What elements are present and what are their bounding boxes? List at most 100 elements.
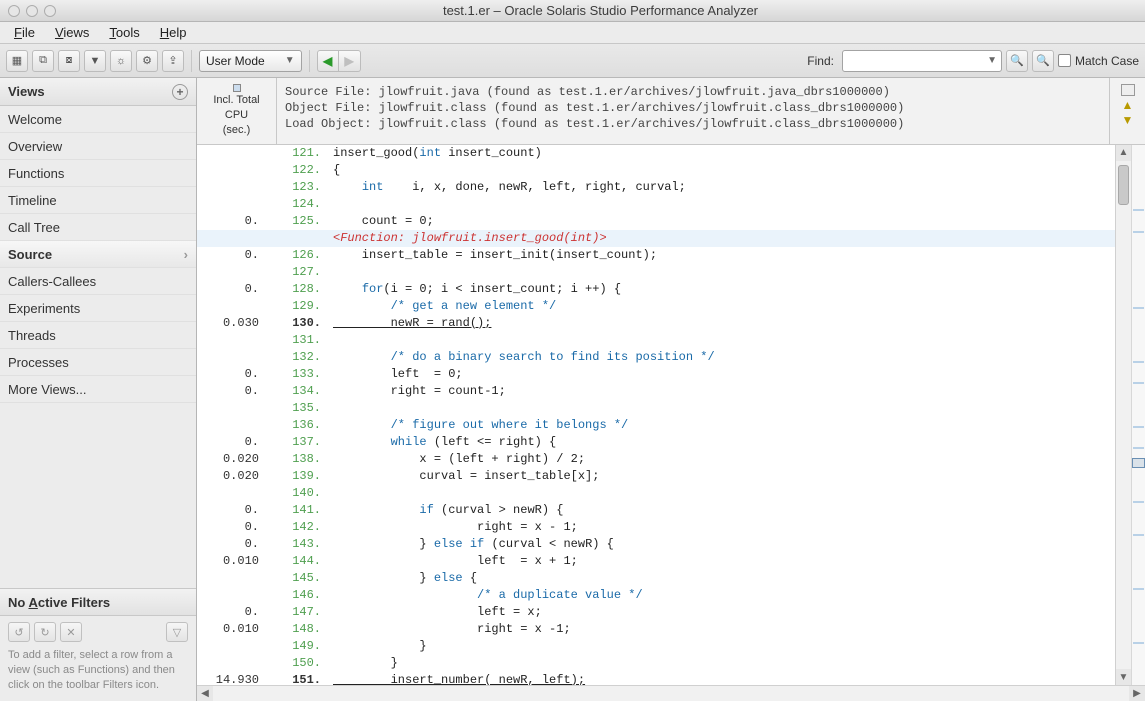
find-next-button[interactable]: 🔍 <box>1006 50 1028 72</box>
compare-button[interactable]: ⧉ <box>32 50 54 72</box>
scroll-thumb[interactable] <box>1118 165 1129 205</box>
source-line[interactable]: 0.020138. x = (left + right) / 2; <box>197 451 1115 468</box>
source-settings-icon[interactable] <box>1121 84 1135 96</box>
metric-cell: 14.930 <box>197 672 277 685</box>
metrics-button[interactable]: ☼ <box>110 50 132 72</box>
menu-tools[interactable]: Tools <box>101 23 147 42</box>
sidebar-item-call-tree[interactable]: Call Tree <box>0 214 196 241</box>
scroll-down-button[interactable]: ▼ <box>1116 669 1131 685</box>
source-line[interactable]: 0.010144. left = x + 1; <box>197 553 1115 570</box>
code-cell: right = count-1; <box>331 383 1115 400</box>
line-number: 143. <box>277 536 331 553</box>
close-window-icon[interactable] <box>8 5 20 17</box>
scroll-up-button[interactable]: ▲ <box>1116 145 1131 161</box>
source-line[interactable]: 0.147. left = x; <box>197 604 1115 621</box>
filter-button[interactable]: ▼ <box>84 50 106 72</box>
nav-forward-button[interactable]: ▶ <box>339 50 361 72</box>
scroll-left-button[interactable]: ◀ <box>197 686 213 701</box>
source-line[interactable]: 135. <box>197 400 1115 417</box>
function-marker-row[interactable]: <Function: jlowfruit.insert_good(int)> <box>197 230 1115 247</box>
sidebar-item-experiments[interactable]: Experiments <box>0 295 196 322</box>
find-input[interactable]: ▼ <box>842 50 1002 72</box>
source-line[interactable]: 0.010148. right = x -1; <box>197 621 1115 638</box>
find-prev-button[interactable]: 🔍 <box>1032 50 1054 72</box>
metric-cell: 0. <box>197 519 277 536</box>
source-line[interactable]: 0.030130. newR = rand(); <box>197 315 1115 332</box>
source-line[interactable]: 127. <box>197 264 1115 281</box>
source-line[interactable]: 0.128. for(i = 0; i < insert_count; i ++… <box>197 281 1115 298</box>
source-line[interactable]: 0.020139. curval = insert_table[x]; <box>197 468 1115 485</box>
source-line[interactable]: 136. /* figure out where it belongs */ <box>197 417 1115 434</box>
source-line[interactable]: 131. <box>197 332 1115 349</box>
minimize-window-icon[interactable] <box>26 5 38 17</box>
source-line[interactable]: 122.{ <box>197 162 1115 179</box>
code-cell: /* figure out where it belongs */ <box>331 417 1115 434</box>
source-line[interactable]: 123. int i, x, done, newR, left, right, … <box>197 179 1115 196</box>
views-list: WelcomeOverviewFunctionsTimelineCall Tre… <box>0 106 196 403</box>
source-line[interactable]: 0.137. while (left <= right) { <box>197 434 1115 451</box>
hot-nav-down-icon[interactable]: ▼ <box>1122 115 1134 126</box>
source-line[interactable]: 0.133. left = 0; <box>197 366 1115 383</box>
traffic-lights <box>8 5 56 17</box>
horizontal-scrollbar[interactable]: ◀ ▶ <box>197 685 1145 701</box>
source-table[interactable]: 121.insert_good(int insert_count)122.{12… <box>197 145 1115 685</box>
settings-button[interactable]: ⚙ <box>136 50 158 72</box>
scroll-right-button[interactable]: ▶ <box>1129 686 1145 701</box>
source-line[interactable]: 146. /* a duplicate value */ <box>197 587 1115 604</box>
line-number: 121. <box>277 145 331 162</box>
view-mode-select[interactable]: User Mode ▼ <box>199 50 302 72</box>
source-line[interactable]: 14.930151. insert_number( newR, left); <box>197 672 1115 685</box>
filter-funnel-icon[interactable]: ▽ <box>166 622 188 642</box>
open-experiment-button[interactable]: ▦ <box>6 50 28 72</box>
source-line[interactable]: 150. } <box>197 655 1115 672</box>
metric-cell: 0. <box>197 247 277 264</box>
metric-column-header[interactable]: Incl. Total CPU (sec.) <box>197 78 277 144</box>
sidebar-item-functions[interactable]: Functions <box>0 160 196 187</box>
line-number: 133. <box>277 366 331 383</box>
filter-undo-button[interactable]: ↺ <box>8 622 30 642</box>
sidebar-item-timeline[interactable]: Timeline <box>0 187 196 214</box>
source-line[interactable]: 132. /* do a binary search to find its p… <box>197 349 1115 366</box>
source-line[interactable]: 129. /* get a new element */ <box>197 298 1115 315</box>
code-cell: insert_good(int insert_count) <box>331 145 1115 162</box>
source-line[interactable]: 149. } <box>197 638 1115 655</box>
line-number: 149. <box>277 638 331 655</box>
sidebar-item-threads[interactable]: Threads <box>0 322 196 349</box>
vertical-scrollbar[interactable]: ▲ ▼ <box>1115 145 1131 685</box>
overview-strip[interactable] <box>1131 145 1145 685</box>
source-line[interactable]: 124. <box>197 196 1115 213</box>
source-line[interactable]: 0.134. right = count-1; <box>197 383 1115 400</box>
metric-cell: 0. <box>197 366 277 383</box>
toolbar-separator <box>309 50 310 72</box>
code-cell: /* a duplicate value */ <box>331 587 1115 604</box>
menu-file[interactable]: File <box>6 23 43 42</box>
source-line[interactable]: 121.insert_good(int insert_count) <box>197 145 1115 162</box>
metric-cell: 0. <box>197 281 277 298</box>
source-line[interactable]: 0.143. } else if (curval < newR) { <box>197 536 1115 553</box>
source-line[interactable]: 0.142. right = x - 1; <box>197 519 1115 536</box>
sidebar-item-callers-callees[interactable]: Callers-Callees <box>0 268 196 295</box>
export-button[interactable]: ⇪ <box>162 50 184 72</box>
line-number: 146. <box>277 587 331 604</box>
menu-views[interactable]: Views <box>47 23 97 42</box>
source-line[interactable]: 140. <box>197 485 1115 502</box>
source-line[interactable]: 145. } else { <box>197 570 1115 587</box>
add-view-button[interactable]: + <box>172 84 188 100</box>
sidebar-item-more-views-[interactable]: More Views... <box>0 376 196 403</box>
hot-nav-up-icon[interactable]: ▲ <box>1122 100 1134 111</box>
combine-button[interactable]: ⧇ <box>58 50 80 72</box>
sidebar-item-overview[interactable]: Overview <box>0 133 196 160</box>
sidebar-item-source[interactable]: Source <box>0 241 196 268</box>
source-line[interactable]: 0.126. insert_table = insert_init(insert… <box>197 247 1115 264</box>
filter-remove-button[interactable]: ✕ <box>60 622 82 642</box>
match-case-checkbox[interactable] <box>1058 54 1071 67</box>
sidebar-item-welcome[interactable]: Welcome <box>0 106 196 133</box>
source-line[interactable]: 0.125. count = 0; <box>197 213 1115 230</box>
sidebar-item-processes[interactable]: Processes <box>0 349 196 376</box>
filter-redo-button[interactable]: ↻ <box>34 622 56 642</box>
menu-help[interactable]: Help <box>152 23 195 42</box>
zoom-window-icon[interactable] <box>44 5 56 17</box>
source-line[interactable]: 0.141. if (curval > newR) { <box>197 502 1115 519</box>
nav-back-button[interactable]: ◀ <box>317 50 339 72</box>
metric-cell <box>197 145 277 162</box>
